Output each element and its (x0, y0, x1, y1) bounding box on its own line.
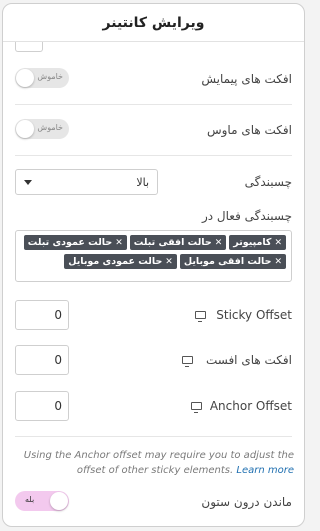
anchor-offset-input[interactable]: 0 (15, 391, 69, 421)
desktop-icon (191, 402, 202, 413)
close-icon[interactable]: ✕ (215, 238, 223, 248)
close-icon[interactable]: ✕ (274, 238, 282, 248)
scroll-effects-row: افکت های پیمایش خاموش (15, 68, 292, 90)
scroll-effects-label: افکت های پیمایش (201, 72, 292, 86)
toggle-knob (50, 492, 68, 510)
sticky-label: چسبندگی (244, 175, 292, 189)
device-tag[interactable]: ✕حالت عمودی موبایل (64, 254, 177, 269)
effects-offset-label: افکت های افست (205, 353, 292, 367)
learn-more-link[interactable]: Learn more (236, 465, 294, 476)
toggle-text: خاموش (37, 72, 63, 81)
chevron-down-icon (24, 180, 32, 185)
close-icon[interactable]: ✕ (274, 257, 282, 267)
sticky-offset-input[interactable]: 0 (15, 300, 69, 330)
device-tag[interactable]: ✕حالت عمودی تبلت (23, 235, 127, 250)
stay-in-column-label: ماندن درون ستون (201, 495, 292, 509)
close-icon[interactable]: ✕ (165, 257, 173, 267)
device-tag[interactable]: ✕کامپیوتر (229, 235, 286, 250)
toggle-text: بله (25, 495, 35, 504)
mouse-effects-row: افکت های ماوس خاموش (15, 119, 292, 141)
sticky-offset-row: Sticky Offset 0 (15, 300, 292, 330)
sticky-on-row: چسبندگی فعال در (15, 209, 292, 225)
close-icon[interactable]: ✕ (115, 238, 123, 248)
effects-offset-row: افکت های افست 0 (15, 345, 292, 375)
anchor-offset-help: Using the Anchor offset may require you … (17, 448, 294, 478)
mouse-effects-toggle[interactable]: خاموش (15, 119, 69, 139)
stay-in-column-toggle[interactable]: بله (15, 491, 69, 511)
anchor-offset-row: Anchor Offset 0 (15, 391, 292, 421)
stay-in-column-row: ماندن درون ستون بله (15, 491, 292, 513)
desktop-icon (195, 311, 206, 322)
toggle-knob (16, 69, 34, 87)
sticky-row: چسبندگی بالا (15, 169, 292, 195)
previous-control-stub (15, 42, 43, 52)
divider (15, 436, 292, 437)
scroll-effects-toggle[interactable]: خاموش (15, 68, 69, 88)
mouse-effects-label: افکت های ماوس (206, 123, 292, 137)
anchor-offset-label: Anchor Offset (209, 399, 292, 413)
desktop-icon (182, 356, 193, 367)
toggle-text: خاموش (37, 123, 63, 132)
sticky-offset-label: Sticky Offset (216, 308, 292, 322)
sticky-on-multiselect[interactable]: ✕کامپیوتر ✕حالت افقی تبلت ✕حالت عمودی تب… (15, 230, 292, 282)
sticky-on-label: چسبندگی فعال در (201, 209, 292, 223)
effects-offset-input[interactable]: 0 (15, 345, 69, 375)
device-tag[interactable]: ✕حالت افقی موبایل (179, 254, 286, 269)
divider (15, 104, 292, 105)
divider (15, 155, 292, 156)
toggle-knob (16, 120, 34, 138)
editor-panel: ویرایش کانتینر افکت های پیمایش خاموش افک… (2, 3, 305, 527)
panel-title: ویرایش کانتینر (3, 4, 304, 42)
sticky-select[interactable]: بالا (15, 169, 158, 195)
sticky-select-value: بالا (136, 176, 149, 189)
device-tag[interactable]: ✕حالت افقی تبلت (129, 235, 227, 250)
